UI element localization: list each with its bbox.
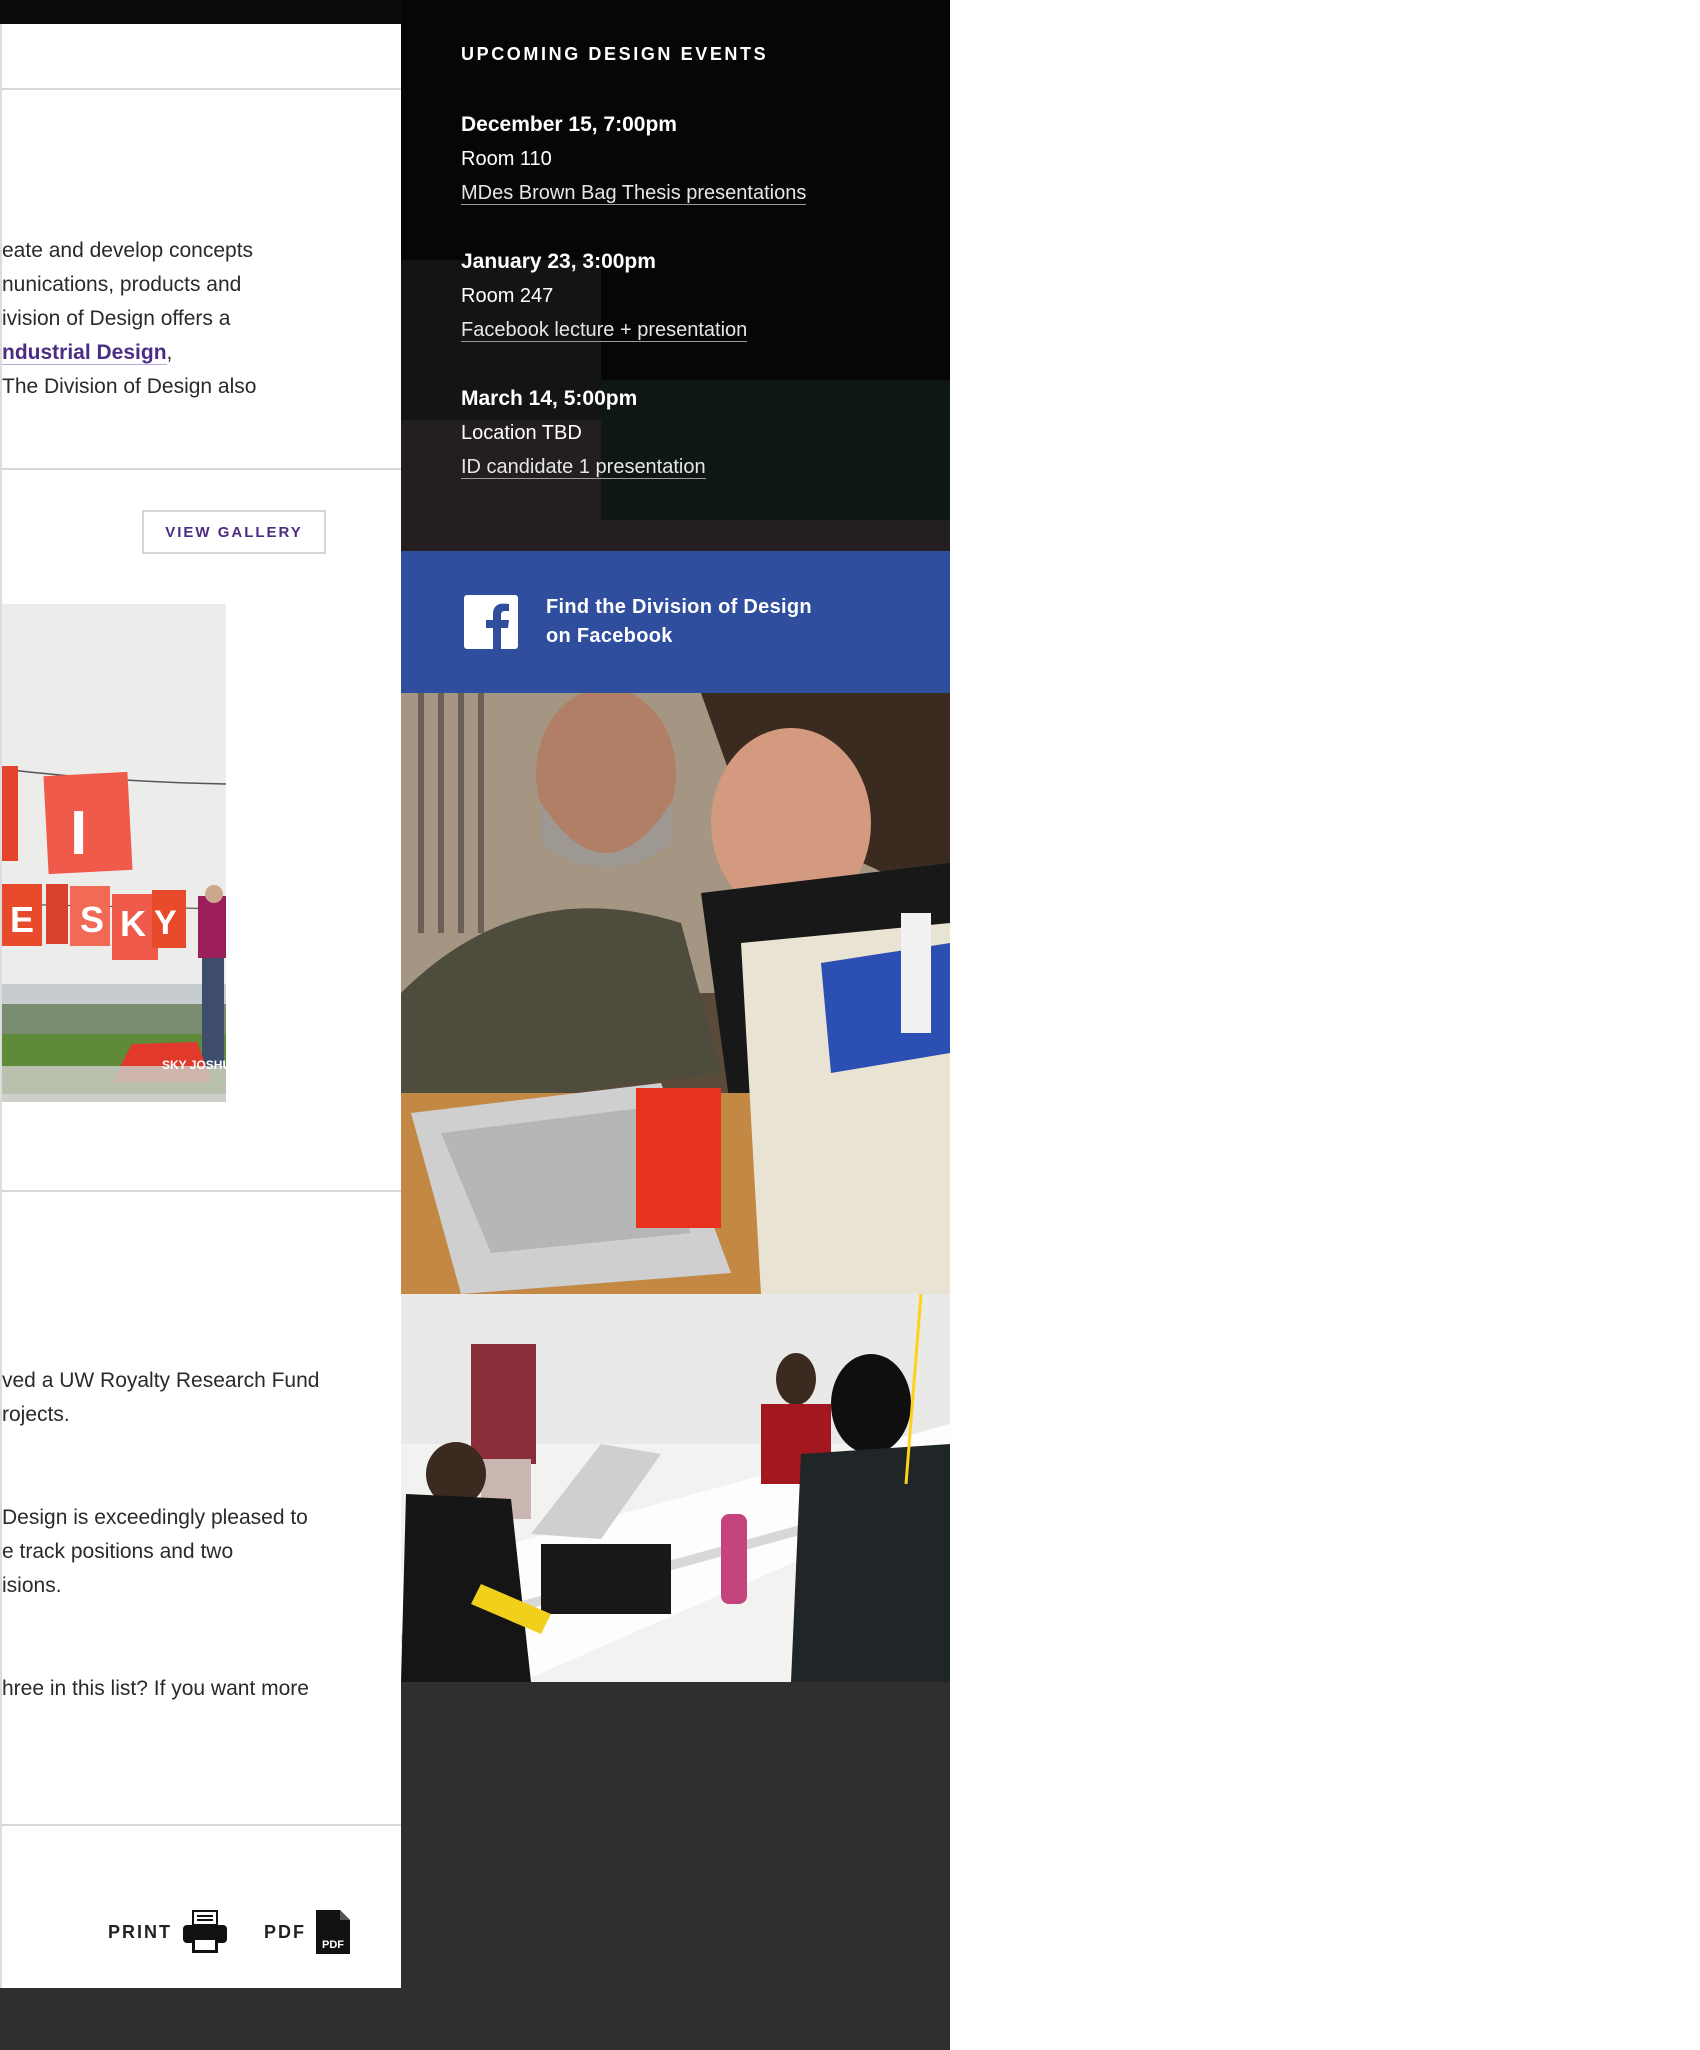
event-item: March 14, 5:00pm Location TBD ID candida… bbox=[461, 382, 706, 484]
divider bbox=[2, 88, 401, 90]
print-label: PRINT bbox=[108, 1921, 172, 1942]
facebook-banner[interactable]: Find the Division of Design on Facebook bbox=[401, 551, 950, 693]
event-link[interactable]: MDes Brown Bag Thesis presentations bbox=[461, 182, 807, 205]
events-heading: UPCOMING DESIGN EVENTS bbox=[461, 44, 769, 64]
news-line: isions. bbox=[2, 1574, 62, 1597]
divider bbox=[2, 1190, 401, 1192]
intro-line: eate and develop concepts bbox=[2, 239, 254, 262]
industrial-design-link[interactable]: ndustrial Design bbox=[2, 341, 167, 365]
event-date: March 14, 5:00pm bbox=[461, 387, 638, 410]
event-location: Room 247 bbox=[461, 285, 554, 307]
divider bbox=[2, 468, 401, 470]
intro-punctuation: , bbox=[166, 341, 173, 364]
upcoming-events: UPCOMING DESIGN EVENTS December 15, 7:00… bbox=[401, 0, 950, 551]
news-line: rojects. bbox=[2, 1403, 70, 1426]
event-date: December 15, 7:00pm bbox=[461, 113, 677, 136]
intro-line: ivision of Design offers a bbox=[2, 307, 231, 330]
news-line: Design is exceedingly pleased to bbox=[2, 1506, 308, 1529]
news-line: ved a UW Royalty Research Fund bbox=[2, 1369, 320, 1392]
event-item: January 23, 3:00pm Room 247 Facebook lec… bbox=[461, 245, 748, 347]
event-link[interactable]: Facebook lecture + presentation bbox=[461, 319, 748, 342]
view-gallery-button[interactable]: VIEW GALLERY bbox=[142, 510, 326, 554]
main-content: eate and develop concepts nunications, p… bbox=[0, 24, 401, 1988]
pdf-button[interactable]: PDF PDF bbox=[264, 1910, 350, 1954]
intro-line: ndustrial Design, bbox=[2, 336, 172, 370]
facebook-text: Find the Division of Design on Facebook bbox=[546, 593, 812, 651]
letter-Y: Y bbox=[154, 904, 177, 942]
pdf-icon-text: PDF bbox=[322, 1939, 344, 1951]
facebook-line: Find the Division of Design bbox=[546, 596, 812, 618]
image-caption: SKY JOSHUA RADIN bbox=[162, 1058, 226, 1072]
facebook-icon bbox=[464, 595, 518, 649]
photo-team-meeting bbox=[401, 1294, 950, 1682]
intro-line: nunications, products and bbox=[2, 273, 242, 296]
event-date: January 23, 3:00pm bbox=[461, 250, 656, 273]
page: eate and develop concepts nunications, p… bbox=[0, 0, 950, 2050]
printer-icon bbox=[183, 1910, 227, 1953]
event-location: Location TBD bbox=[461, 422, 582, 444]
letter-E: E bbox=[10, 899, 34, 940]
letter-I: I bbox=[70, 799, 87, 868]
pdf-label: PDF bbox=[264, 1921, 306, 1942]
letter-S: S bbox=[80, 899, 104, 940]
news-line: hree in this list? If you want more bbox=[2, 1677, 309, 1700]
gallery-image[interactable]: I E S K Y SKY JOSHUA RADIN bbox=[2, 604, 226, 1102]
intro-line: The Division of Design also bbox=[2, 375, 257, 398]
event-item: December 15, 7:00pm Room 110 MDes Brown … bbox=[461, 108, 807, 210]
divider bbox=[2, 1824, 401, 1826]
print-button[interactable]: PRINT bbox=[108, 1910, 228, 1954]
photo-students-robotics bbox=[401, 693, 950, 1294]
pdf-file-icon: PDF bbox=[316, 1910, 350, 1954]
news-line: e track positions and two bbox=[2, 1540, 234, 1563]
letter-K: K bbox=[120, 903, 146, 944]
event-location: Room 110 bbox=[461, 148, 552, 170]
event-link[interactable]: ID candidate 1 presentation bbox=[461, 456, 706, 479]
facebook-line: on Facebook bbox=[546, 625, 673, 647]
